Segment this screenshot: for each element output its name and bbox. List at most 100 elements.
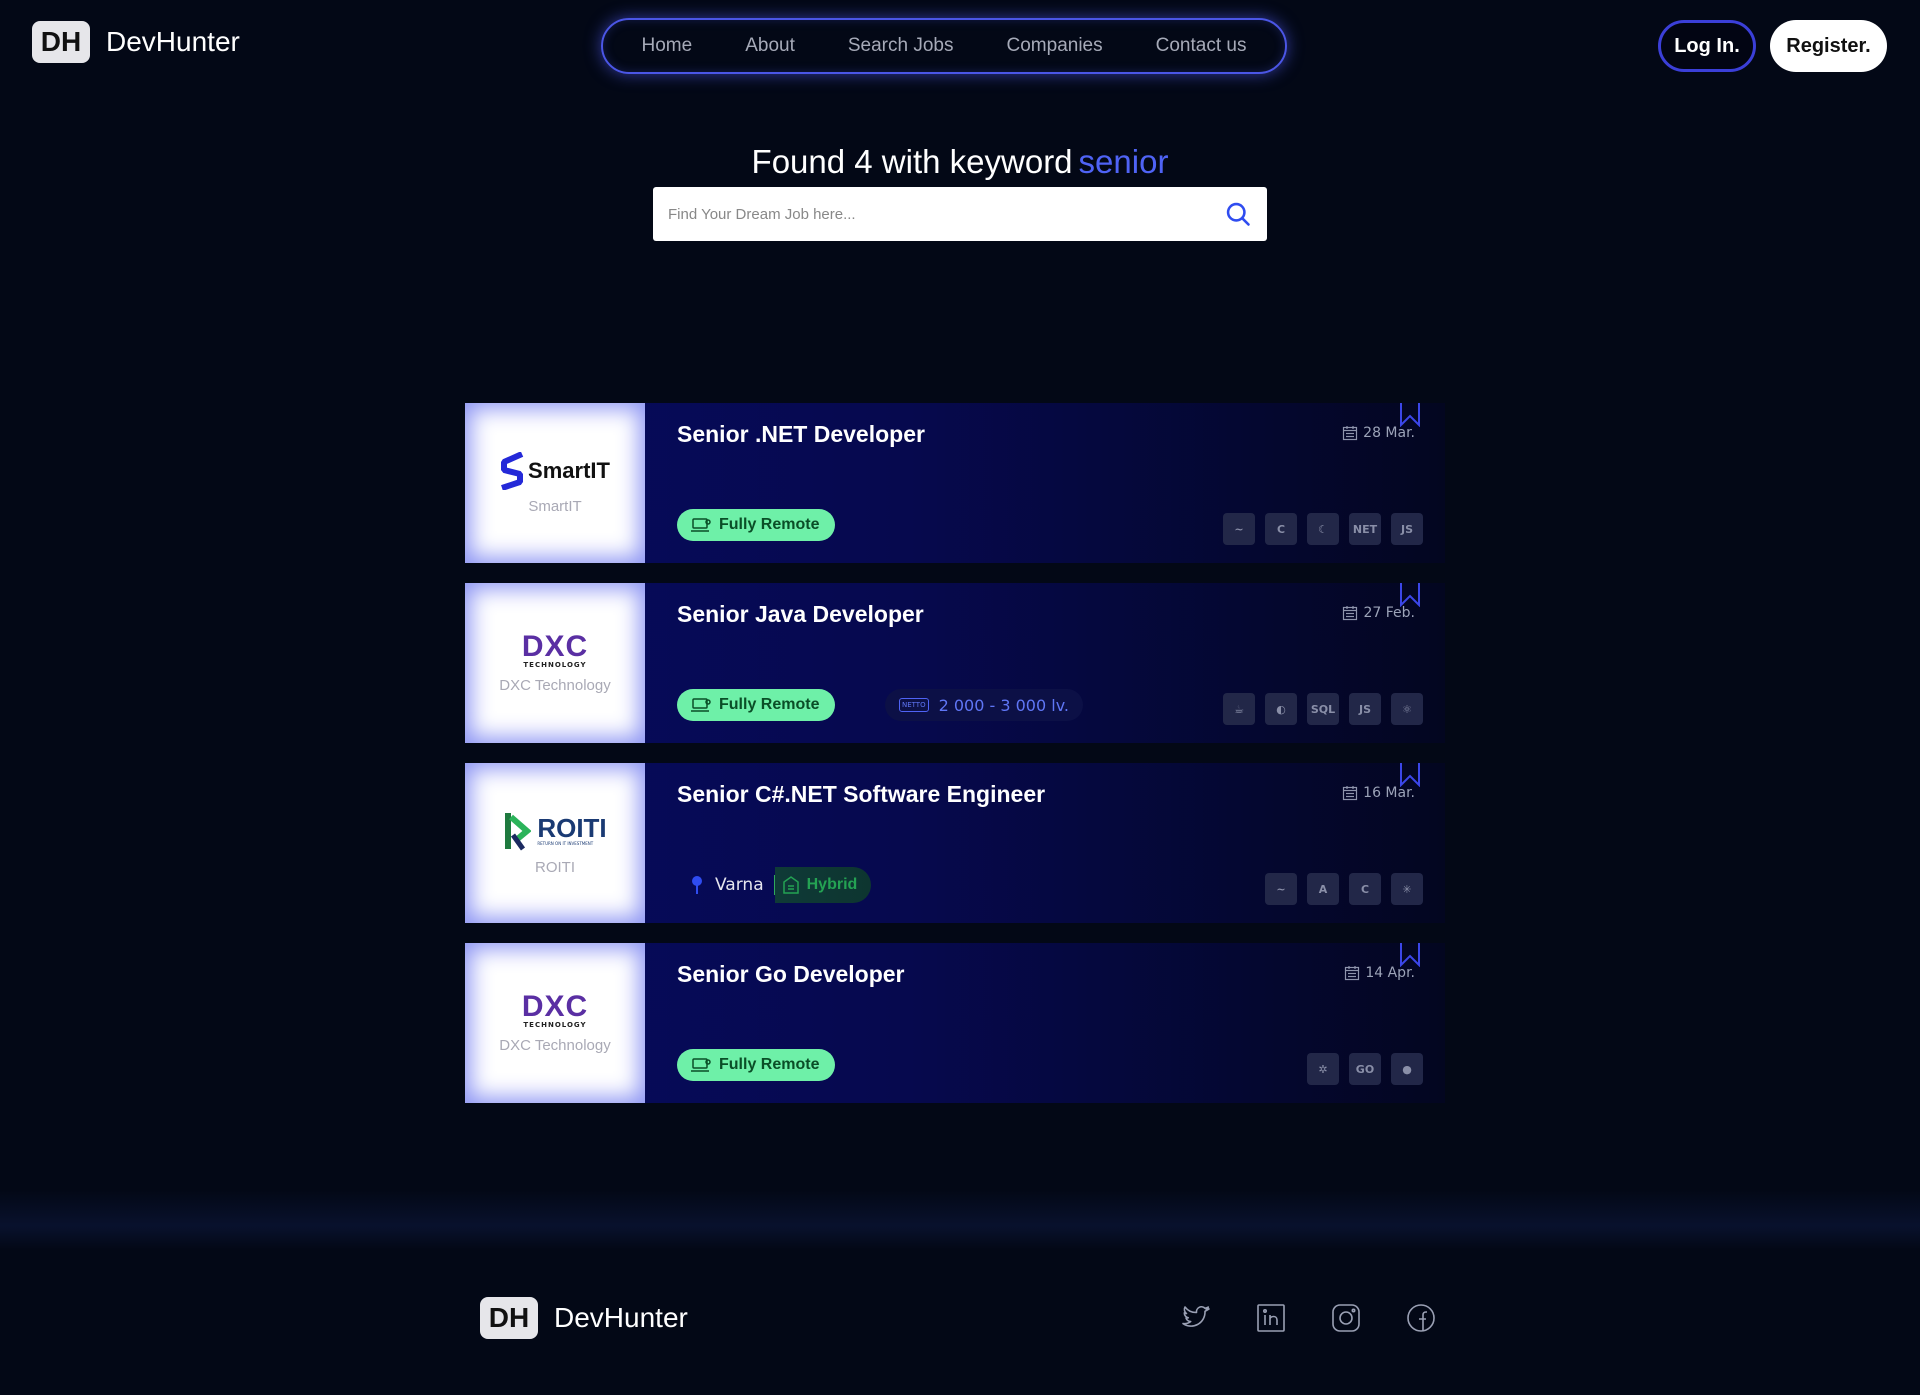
dxc-logo: DXC TECHNOLOGY [521, 629, 589, 669]
netto-icon: NETTO [899, 698, 929, 712]
job-card[interactable]: SmartIT SmartIT Senior .NET Developer 28… [465, 403, 1445, 563]
brand-name: DevHunter [106, 26, 240, 57]
results-count-text: Found 4 with keyword [751, 143, 1073, 180]
tech-icon: NET [1349, 513, 1381, 545]
search-keyword: senior [1078, 143, 1169, 180]
dxc-logo: DXC TECHNOLOGY [521, 989, 589, 1029]
bookmark-icon[interactable] [1399, 583, 1421, 607]
tech-icon: ✳ [1391, 873, 1423, 905]
login-button[interactable]: Log In. [1658, 20, 1756, 72]
calendar-icon [1345, 966, 1360, 981]
nav-search-jobs[interactable]: Search Jobs [848, 35, 954, 57]
job-card[interactable]: DXC TECHNOLOGY DXC Technology Senior Jav… [465, 583, 1445, 743]
roiti-logo: ROITI RETURN ON IT INVESTMENT [503, 811, 607, 851]
tech-stack: ☕ ◐ SQL JS ⚛ [1223, 693, 1423, 725]
logo-badge: DH [480, 1297, 538, 1339]
nav-home[interactable]: Home [642, 35, 693, 57]
job-card[interactable]: ROITI RETURN ON IT INVESTMENT ROITI Seni… [465, 763, 1445, 923]
tech-icon: ◐ [1265, 693, 1297, 725]
calendar-icon [1343, 426, 1358, 441]
nav-companies[interactable]: Companies [1007, 35, 1103, 57]
nav-about[interactable]: About [745, 35, 795, 57]
date-text: 14 Apr. [1365, 965, 1415, 981]
work-mode-text: Fully Remote [719, 516, 820, 533]
remote-icon [691, 518, 711, 532]
work-mode-text: Fully Remote [719, 696, 820, 713]
social-links [1180, 1302, 1437, 1334]
date-text: 27 Feb. [1363, 605, 1415, 621]
smartit-s-icon [501, 451, 524, 490]
city: Varna [677, 875, 774, 895]
work-mode-text: Hybrid [806, 876, 858, 893]
date-text: 28 Mar. [1363, 425, 1415, 441]
tech-icon: SQL [1307, 693, 1339, 725]
logo-wordmark: SmartIT [528, 457, 610, 483]
search-icon[interactable] [1224, 200, 1252, 228]
register-button[interactable]: Register. [1770, 20, 1887, 72]
calendar-icon [1343, 786, 1358, 801]
facebook-icon[interactable] [1405, 1302, 1437, 1334]
search-input[interactable] [653, 205, 1224, 223]
footer-divider [0, 1190, 1920, 1250]
company-name: DXC Technology [499, 676, 611, 694]
company-logo[interactable]: DXC TECHNOLOGY DXC Technology [465, 583, 645, 743]
linkedin-icon[interactable] [1255, 1302, 1287, 1334]
work-mode-text: Fully Remote [719, 1056, 820, 1073]
company-name: SmartIT [528, 497, 582, 515]
tech-icon: JS [1391, 513, 1423, 545]
footer-logo[interactable]: DH DevHunter [480, 1297, 688, 1339]
posted-date: 14 Apr. [1344, 965, 1415, 981]
job-card[interactable]: DXC TECHNOLOGY DXC Technology Senior Go … [465, 943, 1445, 1103]
tech-icon: ⚛ [1391, 693, 1423, 725]
header-logo[interactable]: DH DevHunter [32, 21, 240, 63]
remote-badge: Fully Remote [677, 509, 836, 541]
calendar-icon [1343, 606, 1358, 621]
posted-date: 27 Feb. [1342, 605, 1415, 621]
tech-icon: ☾ [1307, 513, 1339, 545]
remote-icon [691, 1058, 711, 1072]
tech-icon: GO [1349, 1053, 1381, 1085]
tech-icon: ✲ [1307, 1053, 1339, 1085]
remote-badge: Fully Remote [677, 689, 836, 721]
twitter-icon[interactable] [1180, 1302, 1212, 1334]
instagram-icon[interactable] [1330, 1302, 1362, 1334]
job-list: SmartIT SmartIT Senior .NET Developer 28… [465, 403, 1445, 1123]
main-nav: Home About Search Jobs Companies Contact… [601, 18, 1287, 74]
company-logo[interactable]: SmartIT SmartIT [465, 403, 645, 563]
job-title[interactable]: Senior .NET Developer [677, 421, 925, 448]
location-badge: Varna Hybrid [677, 867, 872, 903]
tech-stack: ✲ GO ● [1307, 1053, 1423, 1085]
roiti-mark-icon [505, 812, 532, 850]
remote-icon [691, 698, 711, 712]
tech-icon: C [1349, 873, 1381, 905]
tech-stack: ~ C ☾ NET JS [1223, 513, 1423, 545]
bookmark-icon[interactable] [1399, 763, 1421, 787]
bookmark-icon[interactable] [1399, 403, 1421, 427]
company-name: DXC Technology [499, 1036, 611, 1054]
bookmark-icon[interactable] [1399, 943, 1421, 967]
remote-badge: Fully Remote [677, 1049, 836, 1081]
search-bar [653, 187, 1267, 241]
location-pin-icon [692, 876, 702, 894]
posted-date: 28 Mar. [1342, 425, 1415, 441]
building-icon [782, 876, 799, 894]
job-title[interactable]: Senior C#.NET Software Engineer [677, 781, 1045, 808]
job-title[interactable]: Senior Java Developer [677, 601, 924, 628]
tech-stack: ~ A C ✳ [1265, 873, 1423, 905]
company-name: ROITI [535, 858, 575, 876]
company-logo[interactable]: ROITI RETURN ON IT INVESTMENT ROITI [465, 763, 645, 923]
hybrid-badge: Hybrid [774, 867, 872, 903]
posted-date: 16 Mar. [1342, 785, 1415, 801]
smartit-logo: SmartIT [500, 451, 610, 490]
job-title[interactable]: Senior Go Developer [677, 961, 905, 988]
logo-badge: DH [32, 21, 90, 63]
tech-icon: JS [1349, 693, 1381, 725]
date-text: 16 Mar. [1363, 785, 1415, 801]
city-text: Varna [715, 875, 764, 895]
company-logo[interactable]: DXC TECHNOLOGY DXC Technology [465, 943, 645, 1103]
tech-icon: ● [1391, 1053, 1423, 1085]
nav-contact-us[interactable]: Contact us [1156, 35, 1247, 57]
results-heading: Found 4 with keyword senior [0, 143, 1920, 181]
tech-icon: ~ [1223, 513, 1255, 545]
tech-icon: A [1307, 873, 1339, 905]
